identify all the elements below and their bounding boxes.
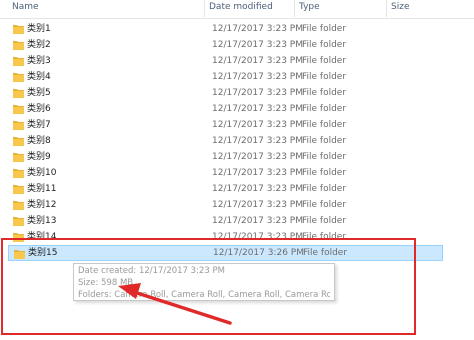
file-type: File folder [302, 120, 347, 130]
file-date-modified: 12/17/2017 3:23 PM [212, 40, 303, 50]
folder-icon [13, 233, 24, 242]
file-type: File folder [302, 88, 347, 98]
file-date-modified: 12/17/2017 3:23 PM [212, 24, 303, 34]
folder-icon [13, 153, 24, 162]
tooltip-date-created: Date created: 12/17/2017 3:23 PM [78, 266, 225, 276]
file-date-modified: 12/17/2017 3:23 PM [212, 104, 303, 114]
file-type: File folder [302, 40, 347, 50]
file-row[interactable]: 类别13 12/17/2017 3:23 PM File folder [8, 213, 443, 229]
file-row[interactable]: 类别11 12/17/2017 3:23 PM File folder [8, 181, 443, 197]
file-row[interactable]: 类别14 12/17/2017 3:23 PM File folder [8, 229, 443, 245]
file-date-modified: 12/17/2017 3:23 PM [212, 200, 303, 210]
file-name: 类别11 [27, 184, 57, 194]
folder-icon [13, 25, 24, 34]
tooltip-folders: Folders: Camera Roll, Camera Roll, Camer… [78, 290, 330, 300]
file-name: 类别14 [27, 232, 57, 242]
file-name: 类别9 [27, 152, 51, 162]
column-header-date-modified[interactable]: Date modified [204, 0, 294, 17]
file-type: File folder [302, 152, 347, 162]
column-header-size[interactable]: Size [386, 0, 474, 17]
file-date-modified: 12/17/2017 3:23 PM [212, 56, 303, 66]
folder-icon [13, 105, 24, 114]
folder-icon [13, 89, 24, 98]
file-type: File folder [302, 136, 347, 146]
folder-icon [13, 137, 24, 146]
file-type: File folder [302, 168, 347, 178]
file-type: File folder [302, 184, 347, 194]
file-date-modified: 12/17/2017 3:23 PM [212, 216, 303, 226]
file-type: File folder [302, 200, 347, 210]
file-name: 类别4 [27, 72, 51, 82]
file-row[interactable]: 类别8 12/17/2017 3:23 PM File folder [8, 133, 443, 149]
file-name: 类别1 [27, 24, 51, 34]
file-name: 类别7 [27, 120, 51, 130]
file-type: File folder [302, 56, 347, 66]
file-row[interactable]: 类别1 12/17/2017 3:23 PM File folder [8, 21, 443, 37]
folder-icon [13, 185, 24, 194]
file-name: 类别2 [27, 40, 51, 50]
file-name: 类别8 [27, 136, 51, 146]
file-date-modified: 12/17/2017 3:23 PM [212, 136, 303, 146]
file-date-modified: 12/17/2017 3:23 PM [212, 184, 303, 194]
file-date-modified: 12/17/2017 3:23 PM [212, 72, 303, 82]
folder-icon [13, 73, 24, 82]
folder-icon [13, 169, 24, 178]
folder-icon [13, 201, 24, 210]
column-header-type[interactable]: Type [294, 0, 386, 17]
file-row[interactable]: 类别6 12/17/2017 3:23 PM File folder [8, 101, 443, 117]
folder-icon [13, 217, 24, 226]
file-row[interactable]: 类别9 12/17/2017 3:23 PM File folder [8, 149, 443, 165]
column-header-bar: Name Date modified Type Size [0, 0, 474, 19]
file-name: 类别3 [27, 56, 51, 66]
folder-icon [13, 121, 24, 130]
file-type: File folder [302, 72, 347, 82]
file-row[interactable]: 类别2 12/17/2017 3:23 PM File folder [8, 37, 443, 53]
file-name: 类别13 [27, 216, 57, 226]
file-date-modified: 12/17/2017 3:23 PM [212, 152, 303, 162]
folder-icon [13, 57, 24, 66]
file-date-modified: 12/17/2017 3:23 PM [212, 232, 303, 242]
file-name: 类别10 [27, 168, 57, 178]
file-name: 类别15 [28, 248, 58, 258]
folder-icon [13, 41, 24, 50]
file-date-modified: 12/17/2017 3:23 PM [212, 168, 303, 178]
file-type: File folder [303, 248, 348, 258]
folder-icon [14, 250, 25, 259]
file-type: File folder [302, 104, 347, 114]
file-row[interactable]: 类别3 12/17/2017 3:23 PM File folder [8, 53, 443, 69]
file-date-modified: 12/17/2017 3:23 PM [212, 120, 303, 130]
file-date-modified: 12/17/2017 3:26 PM [213, 248, 304, 258]
file-row[interactable]: 类别10 12/17/2017 3:23 PM File folder [8, 165, 443, 181]
file-name: 类别5 [27, 88, 51, 98]
file-row[interactable]: 类别5 12/17/2017 3:23 PM File folder [8, 85, 443, 101]
file-type: File folder [302, 232, 347, 242]
file-type: File folder [302, 24, 347, 34]
file-row[interactable]: 类别15 12/17/2017 3:26 PM File folder [8, 245, 443, 261]
file-row[interactable]: 类别4 12/17/2017 3:23 PM File folder [8, 69, 443, 85]
folder-info-tooltip: Date created: 12/17/2017 3:23 PM Size: 5… [73, 263, 335, 301]
file-name: 类别12 [27, 200, 57, 210]
file-row[interactable]: 类别7 12/17/2017 3:23 PM File folder [8, 117, 443, 133]
file-name: 类别6 [27, 104, 51, 114]
tooltip-size: Size: 598 MB [78, 278, 134, 288]
column-header-name[interactable]: Name [8, 0, 204, 17]
file-type: File folder [302, 216, 347, 226]
file-row[interactable]: 类别12 12/17/2017 3:23 PM File folder [8, 197, 443, 213]
file-date-modified: 12/17/2017 3:23 PM [212, 88, 303, 98]
